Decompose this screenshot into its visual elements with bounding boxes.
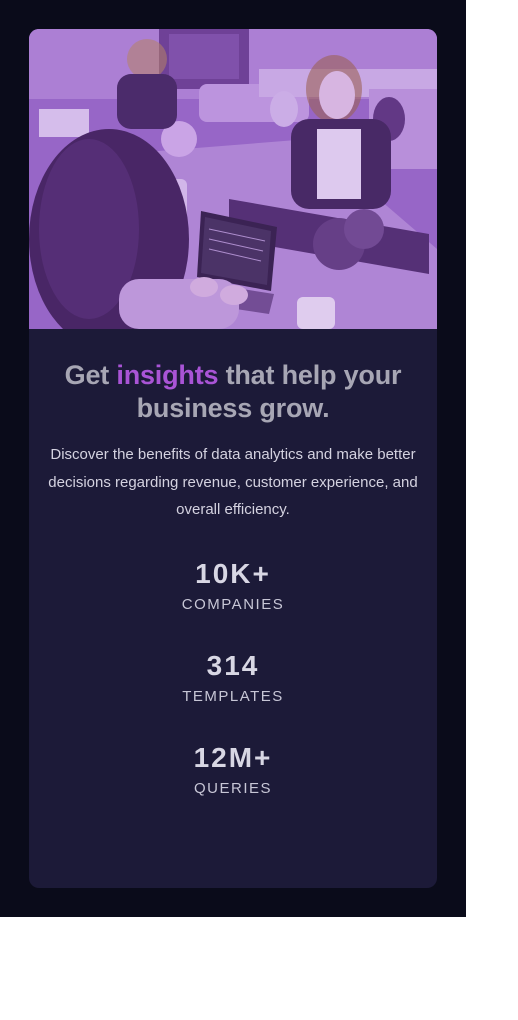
page-background: Get insights that help your business gro… <box>0 0 466 917</box>
insights-card: Get insights that help your business gro… <box>29 29 437 888</box>
stat-queries: 12M+ QUERIES <box>45 742 421 798</box>
headline-accent-word: insights <box>116 360 219 390</box>
hero-image <box>29 29 437 329</box>
stats-list: 10K+ COMPANIES 314 TEMPLATES 12M+ QUERIE… <box>45 558 421 798</box>
stat-label: COMPANIES <box>181 595 285 613</box>
headline: Get insights that help your business gro… <box>45 359 421 425</box>
description: Discover the benefits of data analytics … <box>48 446 418 518</box>
stat-templates: 314 TEMPLATES <box>45 650 421 706</box>
card-content: Get insights that help your business gro… <box>29 359 437 798</box>
headline-text-before: Get <box>64 360 117 390</box>
stat-value: 12M+ <box>193 741 273 773</box>
stat-value: 10K+ <box>195 557 271 589</box>
stat-label: QUERIES <box>193 779 272 797</box>
stat-companies: 10K+ COMPANIES <box>45 558 421 614</box>
stat-value: 314 <box>206 649 260 681</box>
office-team-photo <box>29 29 437 329</box>
stat-label: TEMPLATES <box>182 687 284 705</box>
